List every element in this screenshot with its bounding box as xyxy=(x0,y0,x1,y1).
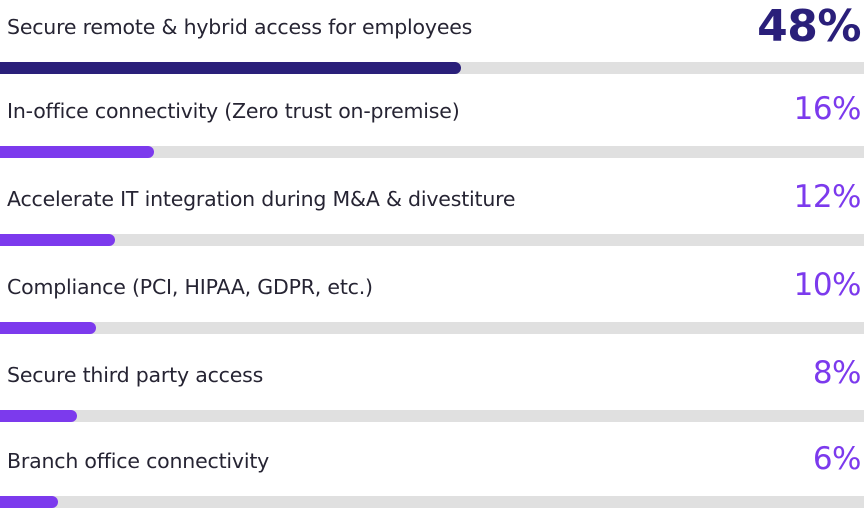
bar-fill xyxy=(0,322,96,334)
bar-fill xyxy=(0,410,77,422)
bar-row: Compliance (PCI, HIPAA, GDPR, etc.) 10% xyxy=(0,267,864,334)
bar-track xyxy=(0,322,864,334)
bar-row: Accelerate IT integration during M&A & d… xyxy=(0,179,864,246)
bar-row: Secure remote & hybrid access for employ… xyxy=(0,2,864,74)
bar-row: Secure third party access 8% xyxy=(0,355,864,422)
bar-value-label: 12% xyxy=(793,179,862,215)
bar-value-label: 6% xyxy=(812,441,862,477)
bar-value-label: 16% xyxy=(793,91,862,127)
bar-track xyxy=(0,62,864,74)
bar-value-label: 48% xyxy=(757,1,861,52)
bar-track xyxy=(0,146,864,158)
bar-label: Secure remote & hybrid access for employ… xyxy=(7,15,473,39)
bar-track xyxy=(0,410,864,422)
bar-fill xyxy=(0,146,154,158)
bar-label: Branch office connectivity xyxy=(7,449,270,473)
bar-fill xyxy=(0,62,461,74)
bar-label: Secure third party access xyxy=(7,363,264,387)
bar-label: Accelerate IT integration during M&A & d… xyxy=(7,187,516,211)
bar-label: In-office connectivity (Zero trust on-pr… xyxy=(7,99,460,123)
bar-track xyxy=(0,496,864,508)
bar-fill xyxy=(0,234,115,246)
bar-track xyxy=(0,234,864,246)
bar-row: Branch office connectivity 6% xyxy=(0,441,864,508)
horizontal-bar-chart: Secure remote & hybrid access for employ… xyxy=(0,0,864,509)
bar-value-label: 10% xyxy=(793,267,862,303)
bar-row: In-office connectivity (Zero trust on-pr… xyxy=(0,91,864,158)
bar-label: Compliance (PCI, HIPAA, GDPR, etc.) xyxy=(7,275,373,299)
bar-value-label: 8% xyxy=(812,355,862,391)
bar-fill xyxy=(0,496,58,508)
